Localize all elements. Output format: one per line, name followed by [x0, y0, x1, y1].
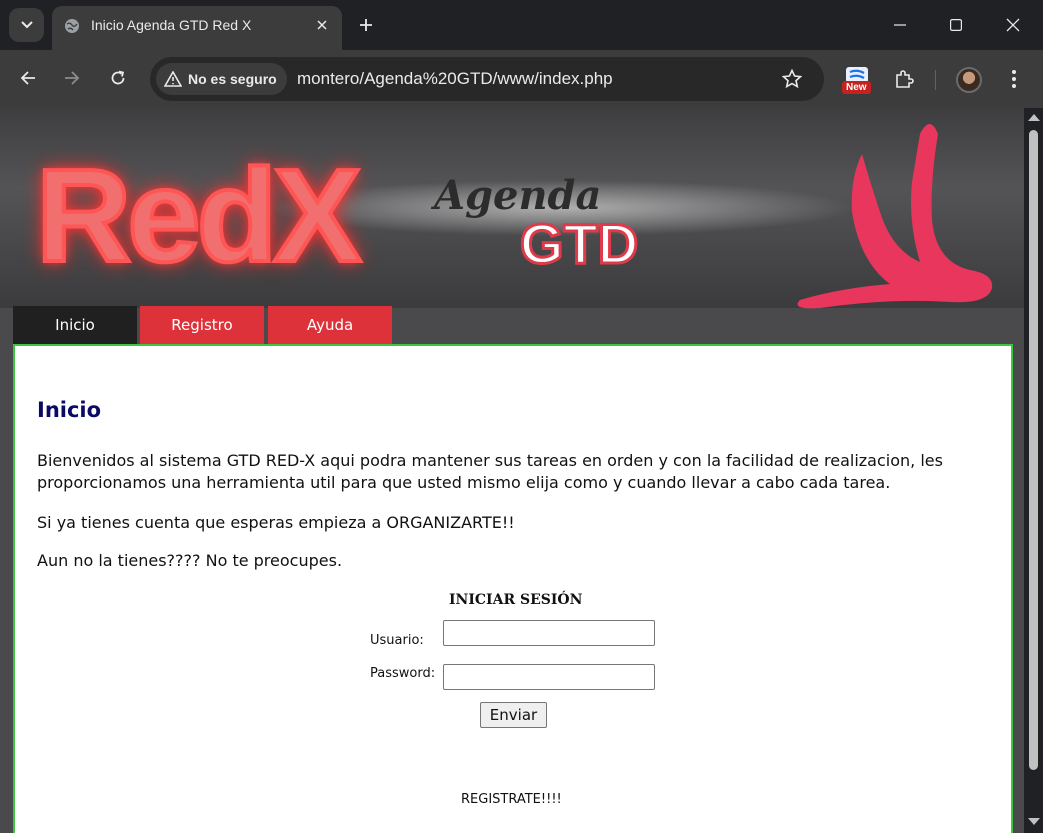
page-scrollbar[interactable]	[1024, 108, 1043, 833]
tab-title: Inicio Agenda GTD Red X	[91, 17, 252, 33]
browser-toolbar: No es seguro montero/Agenda%20GTD/www/in…	[0, 50, 1043, 108]
security-chip[interactable]: No es seguro	[156, 63, 287, 95]
new-tab-button[interactable]	[352, 11, 380, 39]
maximize-button[interactable]	[928, 0, 984, 50]
tab-close-button[interactable]	[312, 15, 332, 35]
extensions-button[interactable]	[890, 65, 918, 93]
minimize-button[interactable]	[872, 0, 928, 50]
tab-search-button[interactable]	[9, 8, 44, 42]
address-bar[interactable]: No es seguro montero/Agenda%20GTD/www/in…	[150, 57, 824, 101]
intro-paragraph: Bienvenidos al sistema GTD RED-X aqui po…	[37, 451, 943, 492]
user-label: Usuario:	[370, 633, 424, 648]
reload-icon	[111, 70, 125, 85]
account-paragraph: Si ya tienes cuenta que esperas empieza …	[37, 513, 515, 532]
browser-tab[interactable]: Inicio Agenda GTD Red X	[52, 6, 342, 50]
header-banner: RedX Agenda GTD	[0, 108, 1024, 309]
logo-redx: RedX	[34, 142, 363, 289]
minimize-icon	[894, 24, 906, 26]
scroll-down-arrow-icon[interactable]	[1028, 818, 1040, 825]
bookmark-button[interactable]	[780, 67, 804, 91]
tab-inicio[interactable]: Inicio	[13, 306, 137, 344]
warning-icon	[164, 71, 182, 87]
page-title: Inicio	[37, 398, 102, 422]
reload-button[interactable]	[102, 62, 134, 94]
submit-button[interactable]: Enviar	[480, 702, 547, 728]
security-label: No es seguro	[188, 71, 277, 87]
star-icon	[782, 69, 802, 89]
puzzle-icon	[896, 70, 914, 88]
window-close-button[interactable]	[985, 0, 1041, 50]
arrow-left-icon	[20, 71, 35, 85]
close-icon	[317, 20, 327, 30]
toolbar-divider	[935, 70, 936, 90]
extension-button[interactable]: New	[840, 65, 874, 97]
chevron-down-icon	[20, 21, 33, 29]
login-title: INICIAR SESIÓN	[449, 592, 583, 608]
no-account-paragraph: Aun no la tienes???? No te preocupes.	[37, 551, 343, 570]
logo-gtd: GTD	[518, 212, 639, 275]
arrow-right-icon	[65, 71, 80, 85]
logo-swoosh-icon	[797, 124, 993, 309]
user-input[interactable]	[443, 620, 655, 646]
tab-registro[interactable]: Registro	[140, 306, 264, 344]
browser-menu-button[interactable]	[1002, 65, 1026, 93]
page-viewport: RedX Agenda GTD Inicio Registro Ayuda In…	[0, 108, 1024, 833]
tab-ayuda[interactable]: Ayuda	[268, 306, 392, 344]
new-badge: New	[842, 81, 871, 94]
close-icon	[1006, 18, 1020, 32]
scroll-up-arrow-icon[interactable]	[1028, 114, 1040, 121]
content-panel: Inicio Bienvenidos al sistema GTD RED-X …	[13, 344, 1013, 833]
url-text[interactable]: montero/Agenda%20GTD/www/index.php	[297, 69, 613, 89]
back-button[interactable]	[12, 62, 44, 94]
scroll-thumb[interactable]	[1029, 130, 1038, 770]
profile-avatar[interactable]	[956, 67, 982, 93]
browser-titlebar: Inicio Agenda GTD Red X	[0, 0, 1043, 50]
plus-icon	[360, 19, 372, 31]
password-input[interactable]	[443, 664, 655, 690]
forward-button[interactable]	[56, 62, 88, 94]
kebab-menu-icon	[1012, 70, 1016, 88]
password-label: Password:	[370, 666, 436, 681]
maximize-icon	[950, 19, 962, 31]
globe-icon	[65, 19, 79, 33]
register-link[interactable]: REGISTRATE!!!!	[461, 792, 562, 807]
